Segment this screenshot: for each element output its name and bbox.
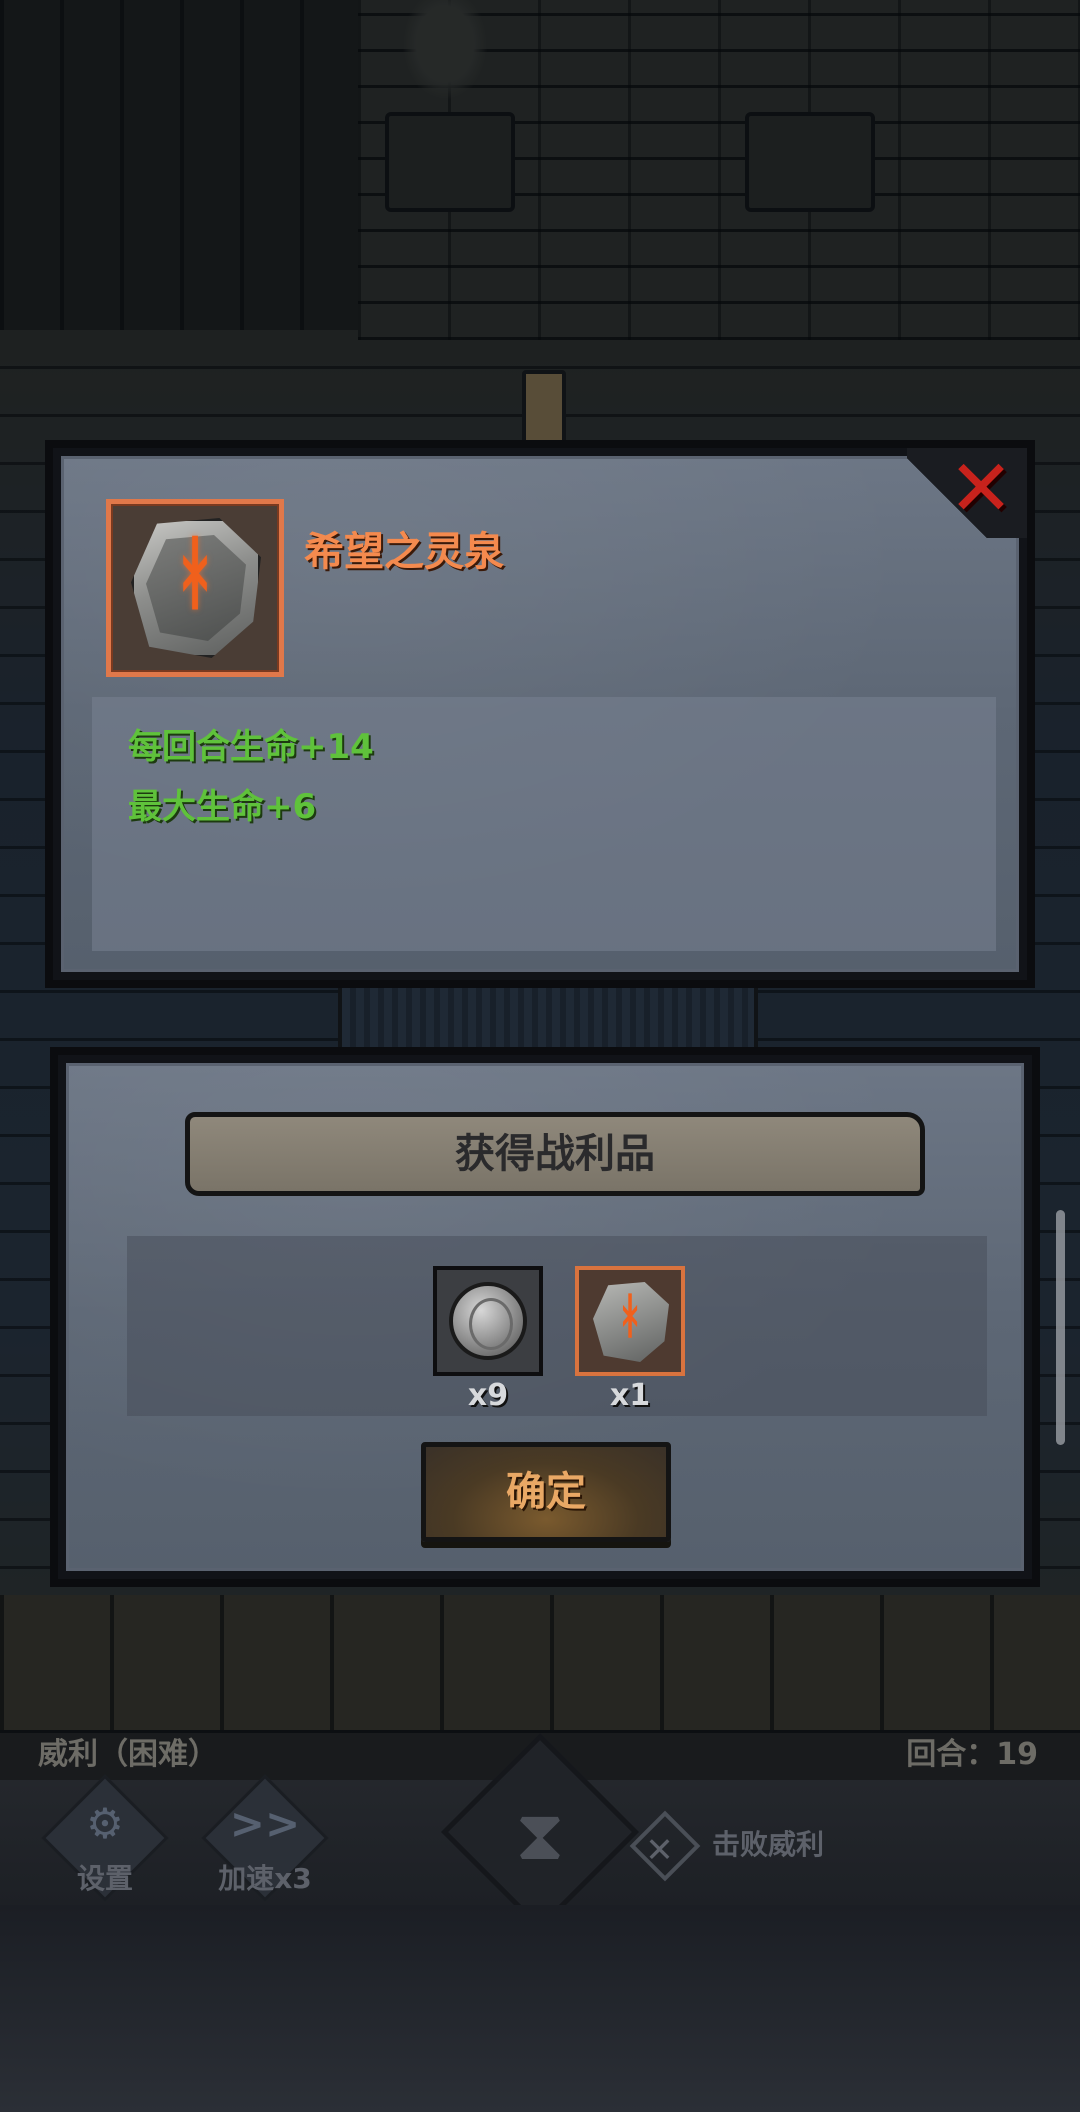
loot-item-slot: ᚼ (575, 1266, 685, 1376)
item-icon-frame: ᚼ (106, 499, 284, 677)
objective-defeat: 击败威利 (629, 1810, 825, 1882)
loot-item[interactable]: ᚼ x1 (575, 1266, 685, 1413)
loot-items-box: x9 ᚼ x1 (127, 1236, 987, 1416)
loot-item-count: x1 (609, 1378, 651, 1413)
hourglass-icon[interactable]: ⧗ (505, 1790, 575, 1880)
close-x-icon: ✕ (948, 444, 1014, 534)
loot-popup: 获得战利品 x9 ᚼ x1 确定 (50, 1047, 1040, 1587)
scrollbar[interactable] (1056, 1210, 1065, 1445)
round-counter: 回合：19 (906, 1737, 1038, 1772)
silver-coin-icon (449, 1282, 527, 1360)
enemy-name-label: 威利（困难） (38, 1737, 218, 1772)
loot-item-count: x9 (467, 1378, 509, 1413)
settings-button[interactable]: ⚙ 设置 (40, 1774, 170, 1905)
speed-button[interactable]: >> 加速x3 (200, 1774, 330, 1905)
stat-line: 每回合生命+14 (128, 727, 374, 767)
rune-glyph-icon: ᚼ (615, 1288, 645, 1344)
item-stats-box: 每回合生命+14 最大生命+6 (92, 697, 996, 951)
screen-footer (0, 1905, 1080, 2112)
gear-icon: ⚙ (86, 1799, 124, 1848)
close-button[interactable]: ✕ (941, 450, 1021, 530)
rune-glyph-icon: ᚼ (171, 526, 219, 619)
loot-title: 获得战利品 (185, 1112, 925, 1196)
item-name: 希望之灵泉 (304, 529, 504, 575)
confirm-button[interactable]: 确定 (421, 1442, 671, 1542)
fast-forward-icon: >> (229, 1799, 301, 1848)
item-detail-popup: ᚼ 希望之灵泉 每回合生命+14 最大生命+6 ✕ (45, 440, 1035, 988)
settings-label: 设置 (76, 1862, 133, 1895)
loot-item-slot (433, 1266, 543, 1376)
loot-popup-body: 获得战利品 x9 ᚼ x1 确定 (66, 1063, 1024, 1571)
item-detail-body: ᚼ 希望之灵泉 每回合生命+14 最大生命+6 (61, 456, 1019, 972)
crossed-swords-icon (629, 1810, 701, 1882)
objective-label: 击败威利 (712, 1828, 825, 1861)
speed-label: 加速x3 (218, 1862, 312, 1895)
loot-item[interactable]: x9 (433, 1266, 543, 1413)
stat-line: 最大生命+6 (128, 787, 317, 827)
